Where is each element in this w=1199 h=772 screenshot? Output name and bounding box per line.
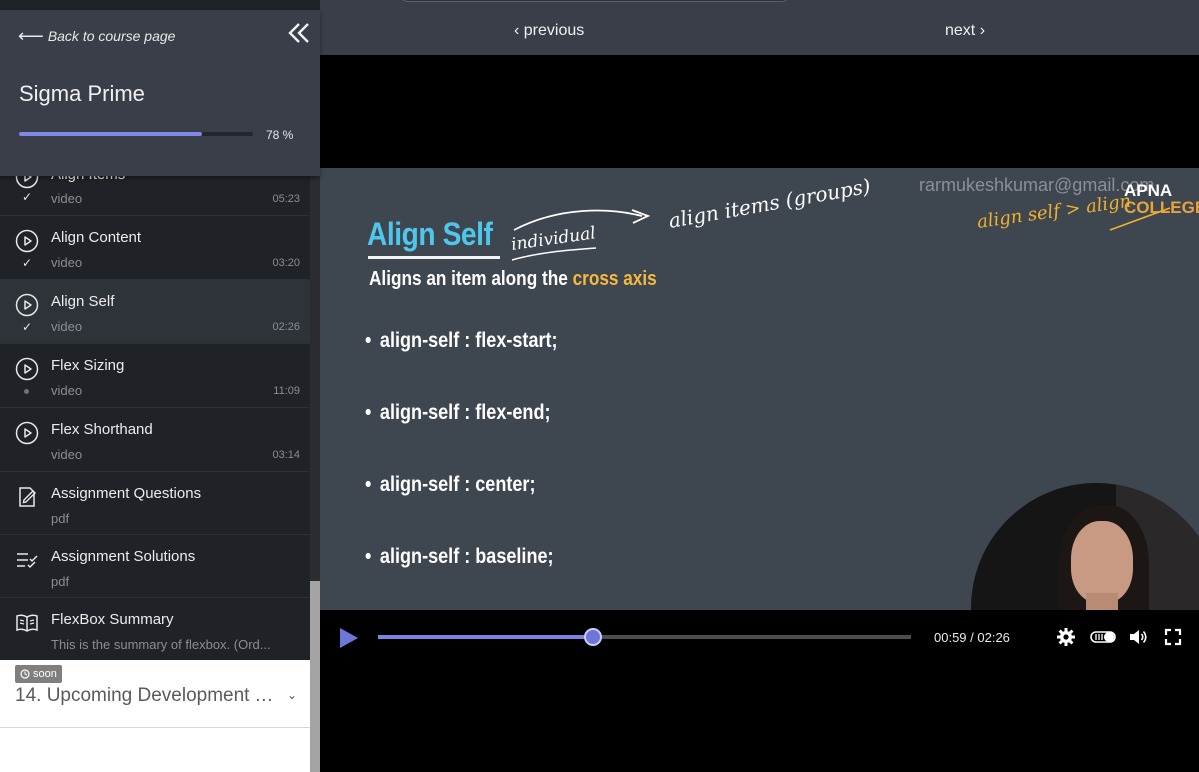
lesson-type: pdf [51,574,70,589]
lesson-title: FlexBox Summary [51,611,174,628]
checkmark-icon: ✓ [22,320,33,334]
video-seek-fill [378,635,594,639]
lesson-duration: 03:20 [272,257,300,269]
course-progress-bar [19,132,253,136]
lesson-list: Align Items video 05:23 ✓ Align Content video… [0,176,310,660]
course-sidebar: Align Items video 05:23 ✓ Align Content video… [0,0,320,772]
video-frame[interactable]: Align Self Aligns an item along the cros… [320,168,1199,610]
fullscreen-icon[interactable] [1163,627,1183,647]
collapse-sidebar-icon[interactable] [288,22,310,44]
lesson-duration: 05:23 [272,193,300,205]
soon-label: soon [33,668,57,680]
book-icon [16,614,38,632]
settings-gear-icon[interactable] [1056,627,1076,647]
next-lesson-button[interactable]: next › [945,22,985,40]
handwriting-align-items: align items (groups) [667,174,873,233]
checklist-icon [17,553,38,569]
video-letterbox-bottom [320,665,1199,772]
checkmark-icon: ✓ [22,256,33,270]
play-circle-icon [15,176,39,189]
app: Align Items video 05:23 ✓ Align Content video… [0,0,1199,772]
play-circle-icon [15,421,39,445]
lesson-title: Flex Sizing [51,357,125,374]
lesson-title: Align Items [51,176,125,183]
checkmark-icon: ✓ [22,190,33,204]
video-seek-bar[interactable] [378,628,911,646]
play-circle-icon [15,357,39,381]
edit-note-icon [19,487,36,507]
arrow-left-icon: ⟵ [18,26,44,46]
chevron-down-icon[interactable]: ⌄ [287,688,297,702]
previous-lesson-button[interactable]: ‹ previous [514,22,584,40]
back-label: Back to course page [47,28,176,44]
course-progress-fill [19,132,202,136]
handwriting-align-self: align self > align [976,191,1133,233]
lesson-title: Flex Shorthand [51,421,153,438]
play-icon[interactable] [338,626,360,650]
video-controls: 00:59 / 02:26 [320,610,1199,665]
video-time: 00:59 / 02:26 [934,630,1010,645]
pending-dot-icon [24,389,29,394]
webcam-face [1071,521,1133,603]
lesson-type: video [51,255,83,270]
lesson-nav-bar: ‹ previous next › [320,0,1199,55]
section-title: 14. Upcoming Development T... [15,685,277,706]
lesson-item[interactable]: Assignment Solutions pdf [0,535,310,598]
lesson-item[interactable]: Align Self video 02:26 ✓ [0,280,310,344]
lesson-duration: 11:09 [273,385,300,397]
sidebar-empty-area [0,728,310,772]
lesson-type: video [51,383,83,398]
lesson-type: video [51,191,83,206]
play-circle-icon [15,229,39,253]
sidebar-scrollbar[interactable] [310,176,320,772]
lesson-item[interactable]: Assignment Questions pdf [0,472,310,535]
address-bar-edge [400,0,790,2]
lesson-type: video [51,319,83,334]
lesson-title: Assignment Solutions [51,548,196,565]
lesson-duration: 03:14 [272,449,300,461]
lesson-item[interactable]: Align Content video 03:20 ✓ [0,216,310,280]
lesson-title: Align Self [51,293,115,310]
back-to-course-link[interactable]: ⟵ Back to course page [18,26,176,46]
webcam-neck [1086,593,1118,610]
video-seek-handle[interactable] [584,628,603,646]
video-letterbox-top [320,55,1199,168]
lesson-type: video [51,447,83,462]
play-circle-icon [15,293,39,317]
lesson-item[interactable]: Flex Sizing video 11:09 [0,344,310,408]
volume-icon[interactable] [1128,627,1148,647]
lesson-type: pdf [51,511,70,526]
sidebar-scroll-thumb[interactable] [310,581,320,772]
autoplay-toggle-icon[interactable] [1090,627,1116,647]
lesson-item[interactable]: Align Items video 05:23 ✓ [0,176,310,216]
lesson-type: This is the summary of flexbox. (Ord... [51,637,271,652]
clock-icon [20,669,30,679]
course-progress-label: 78 % [266,128,294,142]
course-title: Sigma Prime [19,81,145,106]
lesson-title: Assignment Questions [51,485,202,502]
lesson-title: Align Content [51,229,142,246]
lesson-item[interactable]: FlexBox Summary This is the summary of fl… [0,598,310,660]
handwriting-individual: individual [510,223,597,255]
lesson-duration: 02:26 [272,321,300,333]
section-upcoming[interactable]: soon 14. Upcoming Development T... ⌄ [0,660,310,728]
sidebar-header: ⟵ Back to course page Sigma Prime 78 % [0,10,320,176]
soon-badge: soon [15,665,62,683]
lesson-item[interactable]: Flex Shorthand video 03:14 [0,408,310,472]
